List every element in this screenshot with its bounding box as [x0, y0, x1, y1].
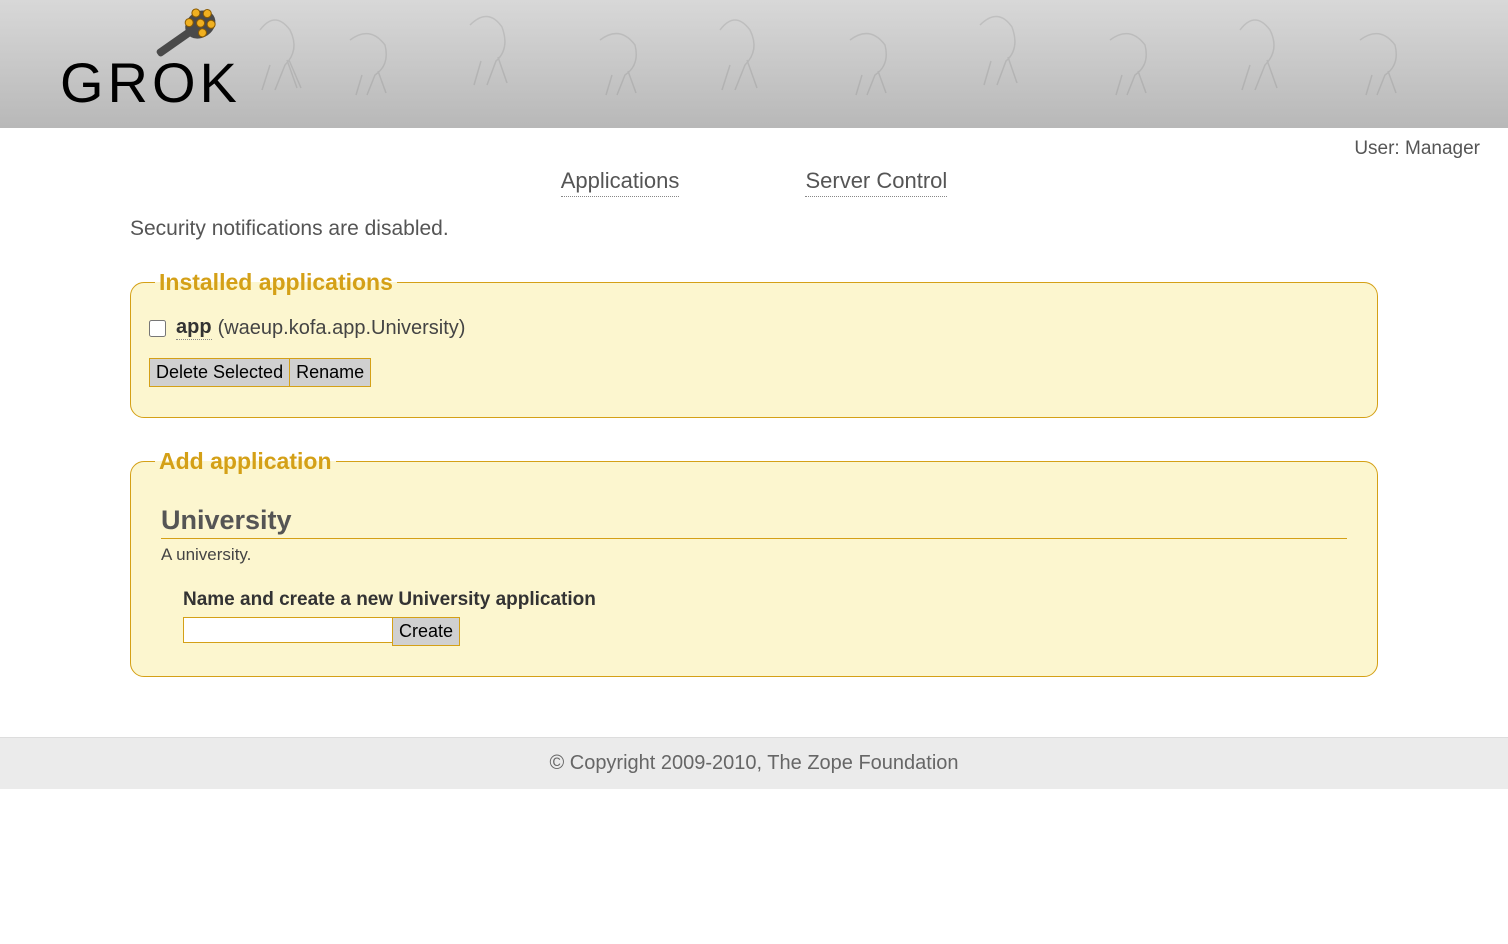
logo-text: GROK: [60, 50, 241, 115]
tab-server-control[interactable]: Server Control: [805, 168, 947, 197]
header-banner: GROK: [0, 0, 1508, 128]
tab-applications[interactable]: Applications: [561, 168, 680, 197]
main-content: Security notifications are disabled. Ins…: [0, 197, 1508, 737]
security-notification-msg: Security notifications are disabled.: [130, 217, 1378, 241]
delete-selected-button[interactable]: Delete Selected: [149, 358, 290, 387]
create-button[interactable]: Create: [392, 617, 460, 646]
nav-tabs: Applications Server Control: [0, 160, 1508, 197]
add-application-panel: Add application University A university.…: [130, 448, 1378, 677]
add-app-title: University: [161, 505, 1347, 539]
installed-button-row: Delete Selected Rename: [149, 358, 370, 387]
app-checkbox[interactable]: [149, 320, 166, 337]
create-label: Name and create a new University applica…: [183, 589, 1359, 611]
installed-applications-panel: Installed applications app (waeup.kofa.a…: [130, 269, 1378, 418]
create-row: Create: [183, 617, 460, 646]
app-row: app (waeup.kofa.app.University): [149, 316, 1359, 340]
installed-legend: Installed applications: [155, 269, 397, 296]
app-link[interactable]: app: [176, 316, 212, 340]
app-name-input[interactable]: [183, 617, 393, 643]
username: Manager: [1405, 138, 1480, 159]
user-label: User:: [1354, 138, 1399, 159]
app-class: (waeup.kofa.app.University): [218, 317, 466, 340]
rename-button[interactable]: Rename: [289, 358, 371, 387]
add-legend: Add application: [155, 448, 336, 475]
footer: © Copyright 2009-2010, The Zope Foundati…: [0, 737, 1508, 789]
add-app-description: A university.: [161, 545, 1347, 565]
user-bar: User: Manager: [0, 128, 1508, 160]
